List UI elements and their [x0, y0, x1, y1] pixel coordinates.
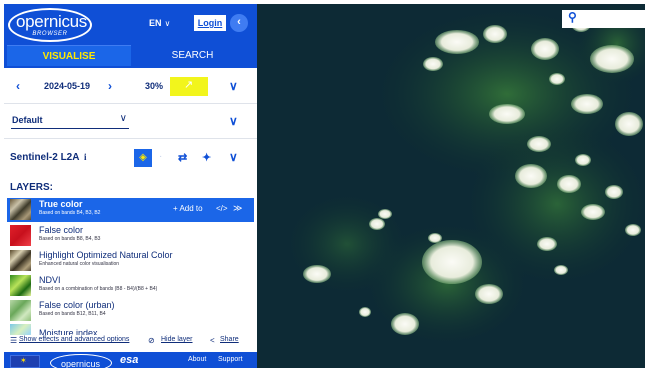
theme-select[interactable]: Default ∨	[11, 113, 129, 129]
add-to-button[interactable]: + Add to	[173, 204, 203, 213]
prev-date-button[interactable]: ‹	[16, 79, 20, 93]
divider	[4, 103, 257, 104]
collapse-icon[interactable]: ≫	[233, 203, 242, 214]
app-frame: opernicus BROWSER EN ∨ Login ‹ VISUALISE …	[4, 4, 645, 368]
date-value[interactable]: 2024-05-19	[44, 81, 90, 91]
layer-false-color-urban[interactable]: False color (urban) Based on bands B12, …	[7, 299, 254, 323]
calendar-button[interactable]: ↗	[170, 77, 208, 96]
layer-name: NDVI	[39, 275, 61, 285]
info-icon[interactable]: i	[84, 152, 87, 162]
hide-layer-link[interactable]: Hide layer	[161, 336, 193, 343]
satellite-map[interactable]: ⚲	[257, 4, 645, 368]
layer-ndvi[interactable]: NDVI Based on a combination of bands (B8…	[7, 274, 254, 298]
layer-name: False color (urban)	[39, 300, 115, 310]
show-effects-link[interactable]: Show effects and advanced options	[19, 336, 129, 343]
eu-flag-logo[interactable]: ✶	[10, 355, 40, 368]
language-code: EN	[149, 18, 162, 28]
layers-icon[interactable]: ◈	[134, 149, 152, 167]
collapse-panel-button[interactable]: ‹	[230, 14, 248, 32]
chevron-left-icon: ‹	[237, 16, 241, 28]
dataset-row: Sentinel-2 L2A i ◈ · ⇄ ✦ ∨	[4, 145, 257, 171]
footer-logo-text: opernicus	[61, 359, 101, 368]
next-date-button[interactable]: ›	[108, 79, 112, 93]
esa-logo[interactable]: esa	[120, 354, 138, 366]
sidebar-panel: opernicus BROWSER EN ∨ Login ‹ VISUALISE …	[4, 4, 257, 368]
expand-theme-options[interactable]: ∨	[229, 114, 238, 128]
layer-description: Based on bands B4, B3, B2	[39, 210, 101, 216]
sliders-icon: ☰	[10, 336, 18, 345]
code-icon[interactable]: </>	[216, 204, 228, 213]
layer-description: Based on bands B12, B11, B4	[39, 311, 106, 317]
divider	[4, 138, 257, 139]
expand-date-options[interactable]: ∨	[229, 79, 238, 93]
layer-thumbnail	[10, 199, 31, 220]
share-icon: <	[210, 336, 215, 345]
share-link[interactable]: Share	[220, 336, 239, 343]
dataset-name[interactable]: Sentinel-2 L2A	[10, 152, 79, 163]
cloud-cover-value[interactable]: 30%	[145, 81, 163, 91]
layer-description: Enhanced natural color visualisation	[39, 261, 120, 267]
tab-search[interactable]: SEARCH	[131, 45, 254, 66]
eye-off-icon: ⊘	[148, 336, 155, 345]
layer-thumbnail	[10, 300, 31, 321]
footer-bar: ✶ opernicus esa About Support	[4, 352, 257, 368]
theme-value: Default	[12, 115, 43, 125]
search-icon: ⚲	[568, 10, 577, 24]
eu-stars: ✶	[20, 356, 27, 365]
arrow-up-right-icon: ↗	[184, 79, 194, 91]
copernicus-logo[interactable]: opernicus BROWSER	[8, 8, 92, 42]
placeholder-icon: ·	[159, 151, 163, 162]
layer-description: Based on a combination of bands (B8 - B4…	[39, 286, 158, 292]
layers-heading: LAYERS:	[10, 182, 53, 193]
map-search-box[interactable]: ⚲	[562, 10, 645, 28]
layer-thumbnail	[10, 275, 31, 296]
chevron-down-icon: ∨	[119, 113, 127, 124]
map-imagery	[257, 4, 645, 368]
support-link[interactable]: Support	[218, 356, 243, 363]
copernicus-footer-logo[interactable]: opernicus	[50, 354, 112, 368]
effects-bar: ☰ Show effects and advanced options ⊘ Hi…	[4, 335, 257, 349]
layer-thumbnail	[10, 250, 31, 271]
pin-icon[interactable]: ✦	[202, 151, 211, 164]
top-bar: opernicus BROWSER EN ∨ Login ‹ VISUALISE …	[4, 4, 257, 68]
tab-visualise[interactable]: VISUALISE	[7, 45, 131, 66]
compare-icon[interactable]: ⇄	[178, 151, 187, 164]
chevron-down-icon: ∨	[164, 19, 171, 28]
expand-dataset-options[interactable]: ∨	[229, 150, 238, 164]
layer-name: True color	[39, 199, 83, 209]
layer-false-color[interactable]: False color Based on bands B8, B4, B3	[7, 224, 254, 248]
logo-text: opernicus	[16, 12, 88, 31]
about-link[interactable]: About	[188, 356, 206, 363]
layer-true-color[interactable]: True color Based on bands B4, B3, B2 + A…	[7, 198, 254, 222]
date-row: ‹ 2024-05-19 › 30% ↗ ∨	[4, 74, 257, 98]
layer-highlight-optimized[interactable]: Highlight Optimized Natural Color Enhanc…	[7, 249, 254, 273]
logo-subtitle: BROWSER	[32, 31, 68, 37]
language-selector[interactable]: EN ∨	[149, 18, 170, 28]
layer-name: Highlight Optimized Natural Color	[39, 250, 173, 260]
layer-description: Based on bands B8, B4, B3	[39, 236, 101, 242]
layer-thumbnail	[10, 225, 31, 246]
login-button[interactable]: Login	[194, 15, 226, 31]
layer-name: False color	[39, 225, 84, 235]
theme-row: Default ∨ ∨	[4, 111, 257, 133]
